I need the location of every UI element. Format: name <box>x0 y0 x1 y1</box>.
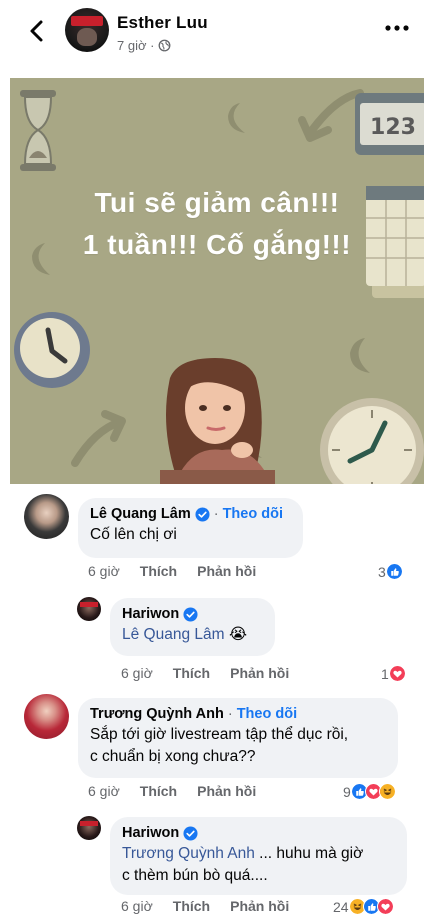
reaction-count: 24 <box>333 898 349 915</box>
separator-dot: · <box>213 506 219 522</box>
comment-time: 6 giờ <box>121 898 153 914</box>
comment-text: Cố lên chị ơi <box>90 526 177 543</box>
reaction-summary[interactable]: 3 <box>378 563 403 580</box>
back-arrow-icon[interactable] <box>22 16 52 46</box>
comment-time: 6 giờ <box>88 563 120 579</box>
commenter-avatar[interactable] <box>24 494 69 539</box>
commenter-avatar[interactable] <box>77 816 101 840</box>
commenter-name-row: Lê Quang Lâm · Theo dõi <box>90 506 291 522</box>
globe-icon <box>159 39 171 52</box>
haha-reaction-icon <box>378 783 396 800</box>
comment-actions: 6 giờ Thích Phản hồi <box>88 563 256 579</box>
author-avatar[interactable] <box>65 8 109 52</box>
reply-button[interactable]: Phản hồi <box>230 665 289 681</box>
comment-text: Sắp tới giờ livestream tập thể dục rồi, … <box>90 724 386 768</box>
verified-badge-icon <box>183 825 198 841</box>
comment-text-continuation: ... huhu mà giờ <box>254 845 364 862</box>
reply-button[interactable]: Phản hồi <box>197 563 256 579</box>
like-button[interactable]: Thích <box>140 783 177 799</box>
comment-text-line1: Trương Quỳnh Anh ... huhu mà giờ <box>122 843 395 865</box>
commenter-name[interactable]: Hariwon <box>122 825 179 841</box>
comment-text-line2: c thèm bún bò quá.... <box>122 867 268 884</box>
author-name[interactable]: Esther Luu <box>117 13 208 33</box>
post-caption-line1: Tui sẽ giảm cân!!! <box>94 187 340 218</box>
post-caption-line2: 1 tuần!!! Cố gắng!!! <box>82 229 352 260</box>
reply-button[interactable]: Phản hồi <box>230 898 289 914</box>
commenter-name-row: Hariwon <box>122 606 263 622</box>
reply-button[interactable]: Phản hồi <box>197 783 256 799</box>
like-reaction-icon <box>385 563 403 580</box>
follow-button[interactable]: Theo dõi <box>237 706 297 722</box>
commenter-name[interactable]: Hariwon <box>122 606 179 622</box>
reaction-count: 3 <box>378 563 386 580</box>
love-reaction-icon <box>376 898 394 915</box>
post-background-illustration: 123 <box>10 78 424 484</box>
mention-link[interactable]: Trương Quỳnh Anh <box>122 845 255 862</box>
commenter-name-row: Trương Quỳnh Anh · Theo dõi <box>90 706 386 722</box>
post-caption: Tui sẽ giảm cân!!! 1 tuần!!! Cố gắng!!! <box>10 182 424 266</box>
reaction-summary[interactable]: 1 <box>381 665 406 682</box>
comment-time: 6 giờ <box>88 783 120 799</box>
comment-text-line2: c chuẩn bị xong chưa?? <box>90 748 256 765</box>
post-image[interactable]: 123 Tui sẽ giảm cân!!! 1 tuần!!! Cố gắng… <box>10 78 424 484</box>
post-time: 7 giờ · <box>117 38 155 53</box>
comment-text: Trương Quỳnh Anh ... huhu mà giờ c thèm … <box>122 843 395 887</box>
clock-icon <box>14 312 90 388</box>
comment-text: Lê Quang Lâm 😭 <box>122 624 263 646</box>
commenter-avatar[interactable] <box>77 597 101 621</box>
like-button[interactable]: Thích <box>140 563 177 579</box>
commenter-name[interactable]: Trương Quỳnh Anh <box>90 706 224 722</box>
crying-emoji-icon: 😭 <box>228 626 247 643</box>
verified-badge-icon <box>195 506 210 522</box>
comment-bubble[interactable]: Hariwon Trương Quỳnh Anh ... huhu mà giờ… <box>110 817 407 895</box>
counter-digits: 123 <box>370 115 416 140</box>
reaction-count: 9 <box>343 783 351 800</box>
counter-icon: 123 <box>355 93 424 155</box>
comment-bubble[interactable]: Lê Quang Lâm · Theo dõi Cố lên chị ơi <box>78 498 303 558</box>
comment-text-line1: Sắp tới giờ livestream tập thể dục rồi, <box>90 726 349 743</box>
post-meta: 7 giờ · <box>117 38 171 53</box>
separator-dot: · <box>227 706 233 722</box>
reaction-summary[interactable]: 24 <box>333 898 394 915</box>
like-button[interactable]: Thích <box>173 898 210 914</box>
mention-link[interactable]: Lê Quang Lâm <box>122 626 225 643</box>
comment-bubble[interactable]: Hariwon Lê Quang Lâm 😭 <box>110 598 275 656</box>
follow-button[interactable]: Theo dõi <box>223 506 283 522</box>
commenter-name-row: Hariwon <box>122 825 395 841</box>
post-header: Esther Luu 7 giờ · <box>0 0 434 68</box>
love-reaction-icon <box>388 665 406 682</box>
like-button[interactable]: Thích <box>173 665 210 681</box>
more-options-icon[interactable] <box>382 18 412 38</box>
verified-badge-icon <box>183 606 198 622</box>
commenter-name[interactable]: Lê Quang Lâm <box>90 506 191 522</box>
comment-time: 6 giờ <box>121 665 153 681</box>
reaction-count: 1 <box>381 665 389 682</box>
comment-actions: 6 giờ Thích Phản hồi <box>88 783 256 799</box>
reaction-summary[interactable]: 9 <box>343 783 396 800</box>
commenter-avatar[interactable] <box>24 694 69 739</box>
comment-bubble[interactable]: Trương Quỳnh Anh · Theo dõi Sắp tới giờ … <box>78 698 398 778</box>
comment-actions: 6 giờ Thích Phản hồi <box>121 898 289 914</box>
comment-actions: 6 giờ Thích Phản hồi <box>121 665 289 681</box>
